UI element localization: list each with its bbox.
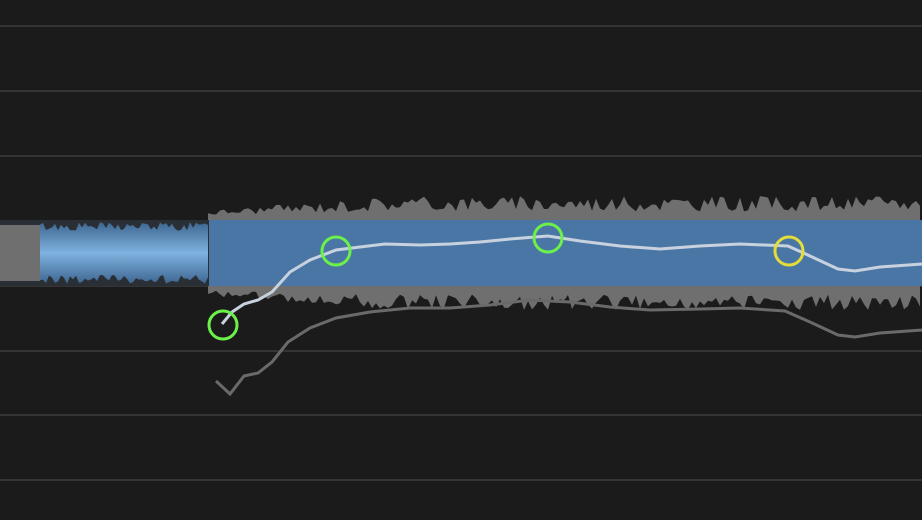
pitch-editor-stage[interactable]: [0, 0, 922, 520]
note-waveform-edge: [0, 225, 40, 281]
note-blob-2[interactable]: [209, 220, 922, 286]
note-layer[interactable]: [0, 220, 922, 286]
pitch-curve-original: [214, 298, 922, 397]
note-waveform: [40, 222, 208, 284]
pitch-handle-start[interactable]: [207, 309, 239, 341]
pitch-editor-canvas[interactable]: [0, 0, 922, 520]
